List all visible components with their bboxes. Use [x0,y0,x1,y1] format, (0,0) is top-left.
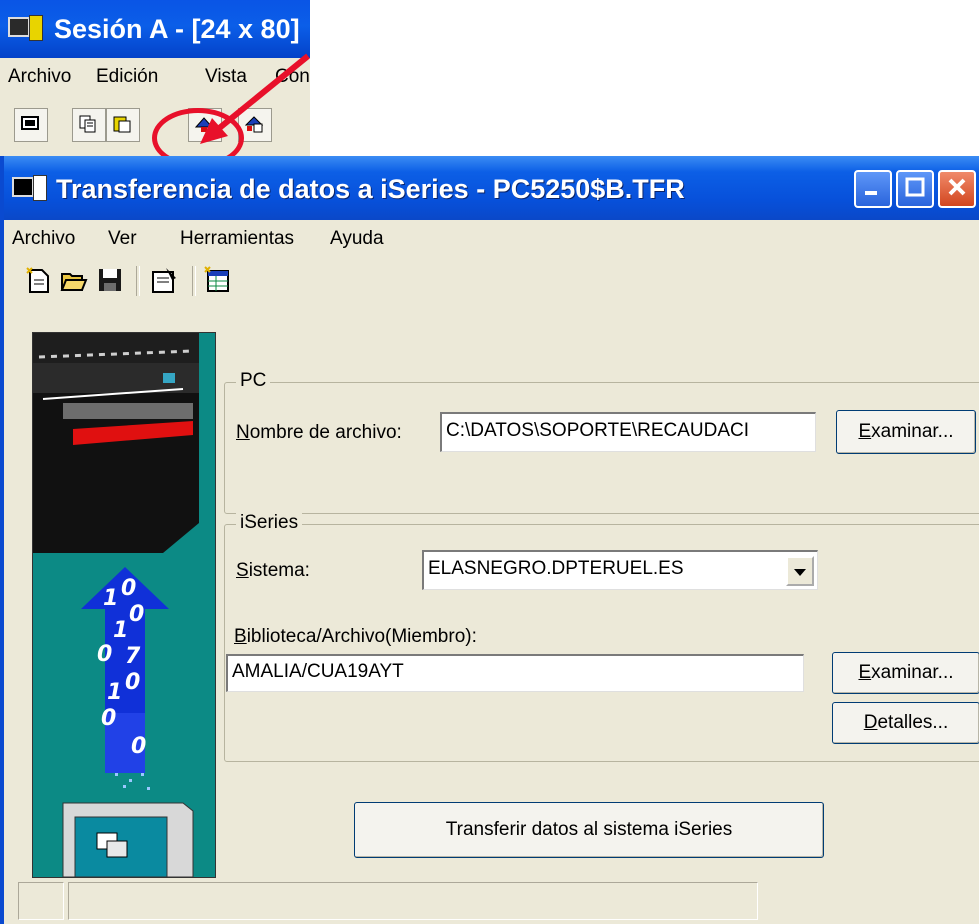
binary-digit: 0 [125,670,140,695]
maximize-icon [905,177,925,197]
new-icon[interactable] [24,266,52,294]
status-panel [18,882,64,920]
menu-ayuda[interactable]: Ayuda [330,228,384,250]
browse-iseries-button[interactable]: Examinar... [832,652,979,694]
session-title: Sesión A - [24 x 80] [54,14,300,44]
file-name-input[interactable]: C:\DATOS\SOPORTE\RECAUDACI [440,412,816,452]
library-input[interactable]: AMALIA/CUA19AYT [226,654,804,692]
library-label: Biblioteca/Archivo(Miembro): [234,626,477,647]
open-folder-icon[interactable] [60,266,88,294]
status-bar [4,878,979,924]
toolbar-separator [136,266,140,296]
file-name-label: Nombre de archivo: [236,422,402,443]
dialog-menu-bar: Archivo Ver Herramientas Ayuda [4,220,979,256]
session-menu-archivo[interactable]: Archivo [8,66,71,88]
system-label: Sistema: [236,560,310,581]
paste-button[interactable] [106,108,140,142]
dialog-toolbar [4,256,979,306]
menu-ver[interactable]: Ver [108,228,137,250]
binary-digit: 0 [101,706,116,731]
save-icon[interactable] [96,266,124,294]
transfer-button[interactable]: Transferir datos al sistema iSeries [354,802,824,858]
data-transfer-window: Transferencia de datos a iSeries - PC525… [0,156,979,924]
properties-icon[interactable] [150,266,178,294]
binary-digit: 0 [121,576,136,601]
binary-digit: 0 [129,602,144,627]
minimize-icon [865,191,877,195]
binary-digit: 0 [131,734,146,759]
browse-pc-button-text: xaminar... [871,421,954,442]
system-dropdown-button[interactable] [786,556,814,586]
copy-icon [79,115,96,133]
system-combobox[interactable]: ELASNEGRO.DPTERUEL.ES [422,550,818,590]
binary-digit: 1 [113,618,128,643]
binary-digit: 0 [97,642,112,667]
browse-mnemonic: E [858,421,872,442]
close-button[interactable] [938,170,976,208]
display-icon [21,116,39,130]
dialog-title-bar[interactable]: Transferencia de datos a iSeries - PC525… [4,156,979,220]
iseries-group-label: iSeries [236,512,303,534]
file-name-label-text: ombre de archivo: [249,422,402,443]
paste-icon [113,116,131,133]
pointer-arrow-icon [200,53,310,144]
table-icon[interactable] [204,266,232,294]
transfer-app-icon [12,174,52,204]
emulator-app-icon [8,14,48,44]
close-icon [948,178,966,196]
dialog-title: Transferencia de datos a iSeries - PC525… [56,174,685,204]
binary-digit: 1 [107,680,122,705]
binary-digit: 7 [125,644,141,669]
details-button[interactable]: Detalles... [832,702,979,744]
session-menu-edicion[interactable]: Edición [96,66,158,88]
maximize-button[interactable] [896,170,934,208]
server-upload-graphic: 0 1 0 1 0 7 0 1 0 0 [33,333,199,877]
copy-button[interactable] [72,108,106,142]
pc-group-label: PC [236,370,271,392]
display-button[interactable] [14,108,48,142]
menu-herramientas[interactable]: Herramientas [180,228,294,250]
menu-archivo[interactable]: Archivo [12,228,75,250]
status-panel [68,882,758,920]
minimize-button[interactable] [854,170,892,208]
browse-pc-button[interactable]: Examinar... [836,410,976,454]
binary-digit: 1 [103,586,118,611]
toolbar-separator [192,266,196,296]
upload-illustration: 0 1 0 1 0 7 0 1 0 0 [32,332,216,878]
